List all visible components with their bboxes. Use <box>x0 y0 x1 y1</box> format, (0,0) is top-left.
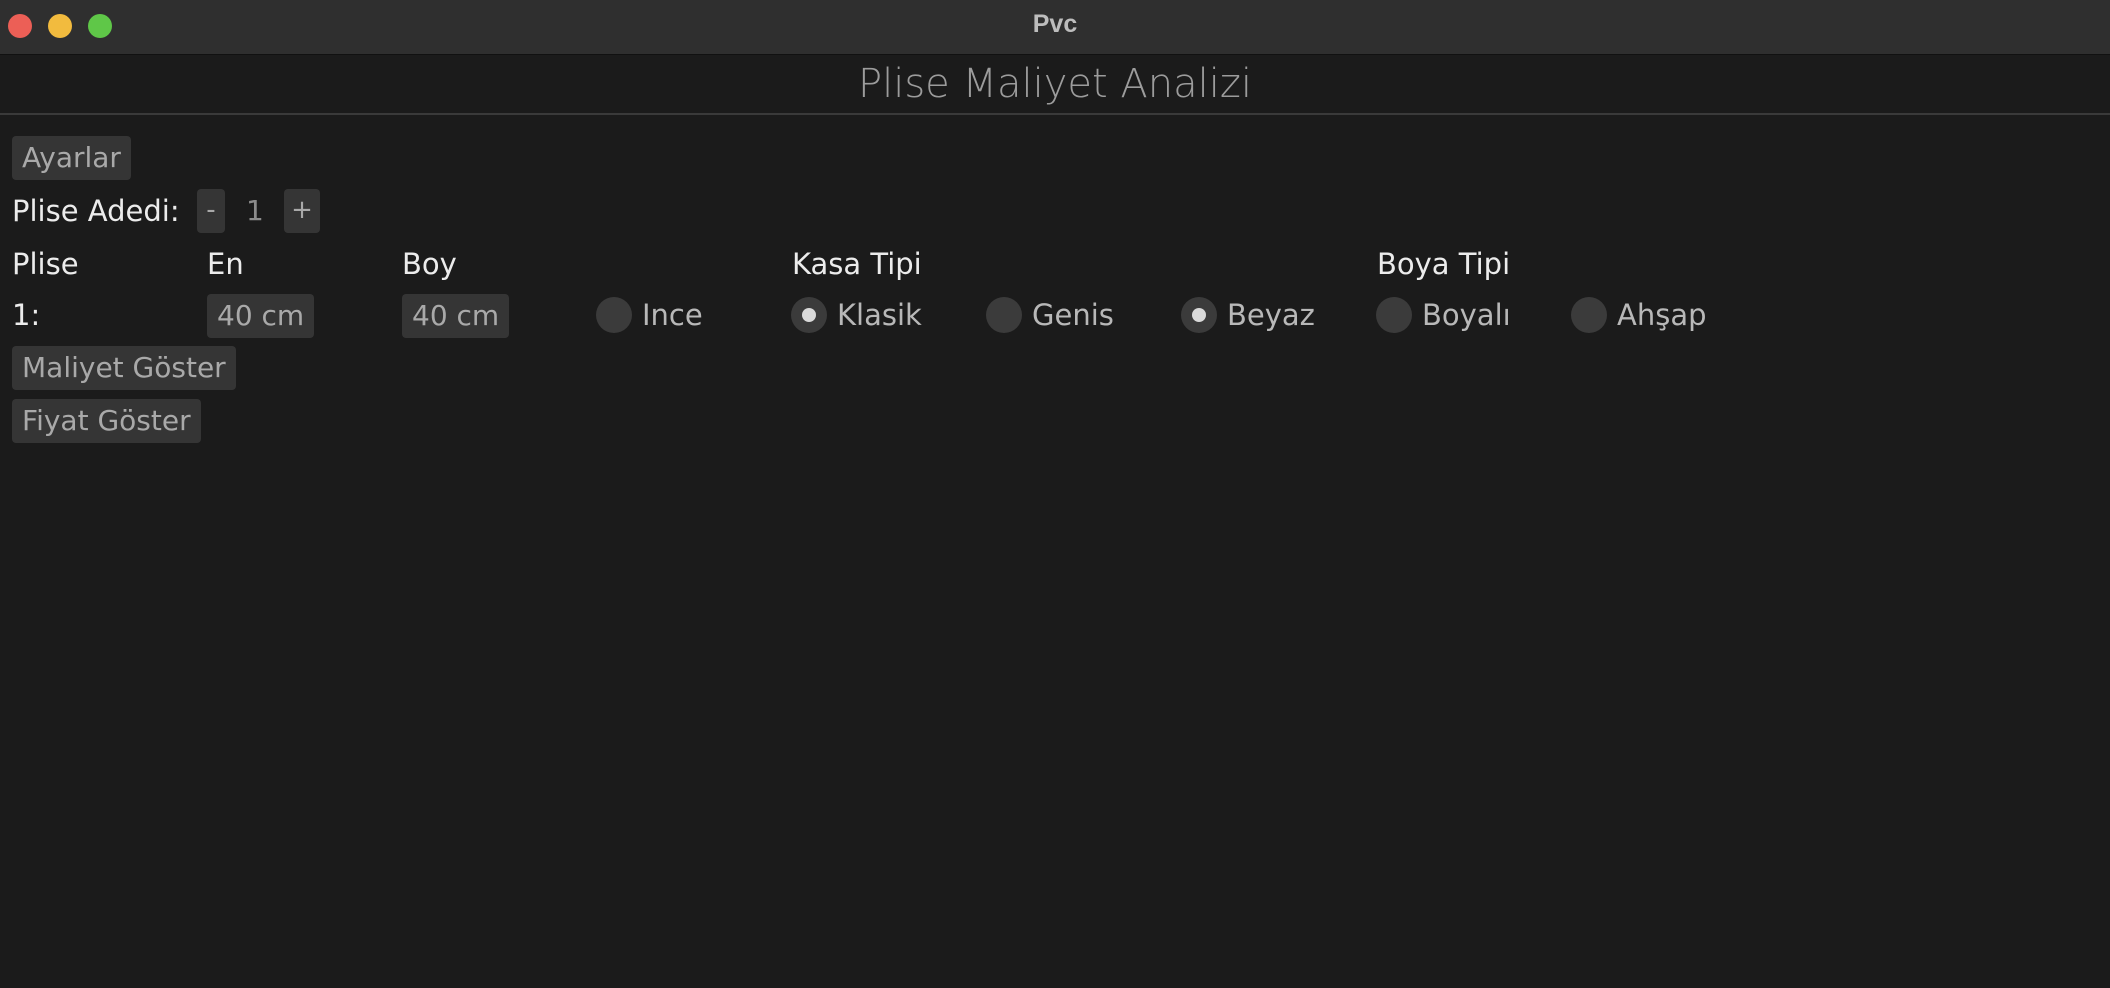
radio-label-genis: Genis <box>1032 298 1114 332</box>
quantity-value: 1 <box>246 194 264 227</box>
increment-button[interactable]: + <box>284 189 320 233</box>
page-title: Plise Maliyet Analizi <box>857 61 1252 107</box>
radio-label-klasik: Klasik <box>837 298 922 332</box>
app-header: Plise Maliyet Analizi <box>0 55 2110 115</box>
row-index: 1: <box>12 298 41 332</box>
settings-button[interactable]: Ayarlar <box>12 136 131 180</box>
width-input[interactable]: 40 cm <box>207 294 315 338</box>
radio-label-beyaz: Beyaz <box>1227 298 1315 332</box>
title-bar: Pvc <box>0 0 2110 55</box>
radio-klasik[interactable] <box>791 297 827 333</box>
radio-ahsap[interactable] <box>1571 297 1607 333</box>
radio-ince[interactable] <box>596 297 632 333</box>
column-header-kasa-tipi: Kasa Tipi <box>792 247 922 281</box>
radio-label-ince: Ince <box>642 298 703 332</box>
radio-label-boyali: Boyalı <box>1422 298 1511 332</box>
show-cost-button[interactable]: Maliyet Göster <box>12 346 236 390</box>
column-header-plise: Plise <box>12 247 79 281</box>
quantity-label: Plise Adedi: <box>12 194 180 228</box>
column-header-en: En <box>207 247 244 281</box>
window-title: Pvc <box>1032 10 1078 38</box>
show-price-button[interactable]: Fiyat Göster <box>12 399 201 443</box>
decrement-button[interactable]: - <box>197 189 225 233</box>
radio-label-ahsap: Ahşap <box>1617 298 1707 332</box>
radio-genis[interactable] <box>986 297 1022 333</box>
height-input[interactable]: 40 cm <box>402 294 510 338</box>
radio-boyali[interactable] <box>1376 297 1412 333</box>
column-header-boy: Boy <box>402 247 457 281</box>
column-header-boya-tipi: Boya Tipi <box>1377 247 1511 281</box>
radio-beyaz[interactable] <box>1181 297 1217 333</box>
